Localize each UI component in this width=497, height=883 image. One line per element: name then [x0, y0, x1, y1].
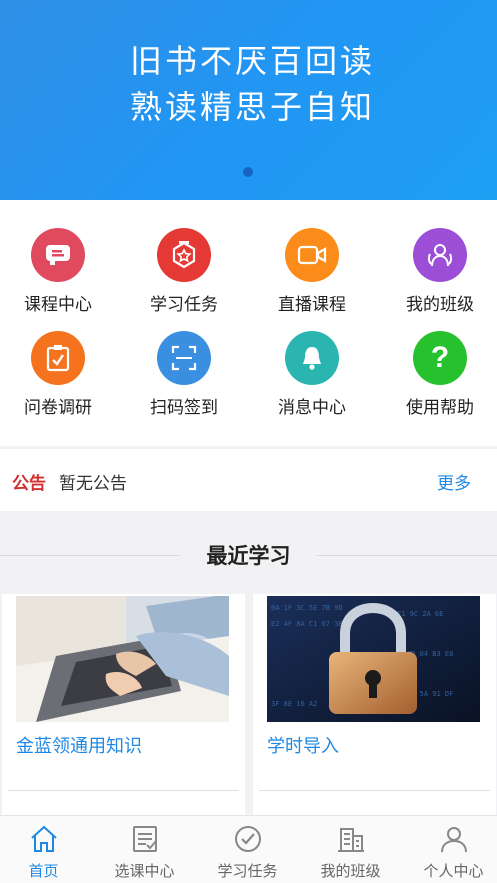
carousel-indicator[interactable] [243, 167, 253, 177]
recent-card[interactable]: 金蓝领通用知识 [2, 594, 245, 816]
menu-label: 我的班级 [406, 295, 474, 315]
menu-course-center[interactable]: 课程中心 [0, 228, 120, 315]
svg-text:F1 9C 2A 6E: F1 9C 2A 6E [397, 610, 443, 618]
menu-survey[interactable]: 问卷调研 [0, 331, 120, 418]
course-icon [31, 228, 85, 282]
building-icon [337, 828, 364, 852]
card-divider [8, 790, 239, 791]
tab-label: 首页 [28, 862, 59, 880]
recent-card-title: 金蓝领通用知识 [16, 736, 142, 757]
hero-banner[interactable]: 旧书不厌百回读 熟读精思子自知 [0, 0, 497, 200]
tab-label: 学习任务 [217, 862, 278, 880]
course-list-icon [132, 826, 157, 852]
task-badge-icon [157, 228, 211, 282]
scan-qr-icon [157, 331, 211, 385]
menu-label: 学习任务 [150, 295, 218, 315]
menu-message-center[interactable]: 消息中心 [250, 331, 374, 418]
tab-label: 选课中心 [114, 862, 175, 880]
notice-text: 暂无公告 [59, 474, 127, 494]
class-people-icon [413, 228, 467, 282]
question-icon: ? [413, 331, 467, 385]
home-icon [30, 825, 57, 852]
clipboard-check-icon [31, 331, 85, 385]
banner-line-1: 旧书不厌百回读 [130, 42, 376, 80]
tab-label: 我的班级 [320, 862, 381, 880]
bottom-tab-bar: 首页 选课中心 学习任务 我的班级 个人中心 [0, 815, 497, 883]
recent-card[interactable]: 0A 1F 3C 5E 7B 9D E2 4F 8A C1 07 3B F1 9… [253, 594, 496, 816]
tab-course-select[interactable]: 选课中心 [95, 816, 194, 883]
laptop-typing-photo [16, 596, 229, 722]
menu-label: 消息中心 [278, 398, 346, 418]
menu-my-class[interactable]: 我的班级 [378, 228, 497, 315]
tab-home[interactable]: 首页 [0, 816, 93, 883]
tab-learning-task[interactable]: 学习任务 [198, 816, 297, 883]
svg-text:E2 4F 8A C1 07 3B: E2 4F 8A C1 07 3B [271, 620, 343, 628]
card-divider [259, 790, 490, 791]
notice-tag: 公告 [12, 474, 46, 494]
svg-text:3F 8E 16 A2: 3F 8E 16 A2 [271, 700, 317, 708]
tab-label: 个人中心 [423, 862, 484, 880]
tab-personal-center[interactable]: 个人中心 [404, 816, 497, 883]
menu-scan-signin[interactable]: 扫码签到 [122, 331, 246, 418]
feature-grid: 课程中心 学习任务 直播课程 我的班级 问卷调研 扫码签到 消息中心 ? 使用帮… [0, 200, 497, 446]
menu-label: 使用帮助 [406, 398, 474, 418]
padlock-data-photo: 0A 1F 3C 5E 7B 9D E2 4F 8A C1 07 3B F1 9… [267, 596, 480, 722]
tab-my-class[interactable]: 我的班级 [301, 816, 400, 883]
user-icon [440, 827, 467, 853]
svg-text:0A 1F 3C 5E 7B 9D: 0A 1F 3C 5E 7B 9D [271, 604, 343, 612]
menu-label: 扫码签到 [150, 398, 218, 418]
recent-card-title: 学时导入 [267, 736, 339, 757]
notice-more-link[interactable]: 更多 [437, 469, 471, 494]
recent-section-title: 最近学习 [0, 540, 497, 570]
menu-label: 问卷调研 [24, 398, 92, 418]
video-camera-icon [285, 228, 339, 282]
check-circle-icon [234, 826, 261, 852]
bell-icon [285, 331, 339, 385]
menu-label: 直播课程 [278, 295, 346, 315]
menu-live-course[interactable]: 直播课程 [250, 228, 374, 315]
notice-bar: 公告 暂无公告 更多 [0, 449, 497, 511]
menu-learning-task[interactable]: 学习任务 [122, 228, 246, 315]
banner-line-2: 熟读精思子自知 [130, 88, 376, 126]
menu-help[interactable]: ? 使用帮助 [378, 331, 497, 418]
menu-label: 课程中心 [24, 295, 92, 315]
